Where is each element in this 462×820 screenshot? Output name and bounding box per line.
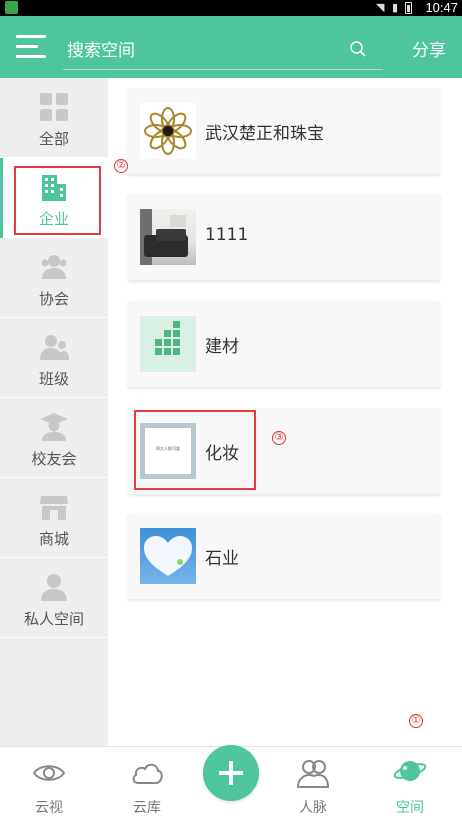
space-card[interactable]: 1111 xyxy=(128,194,440,280)
nav-item-label: 云库 xyxy=(133,800,161,816)
clock: 10:47 xyxy=(425,0,458,15)
sidebar-item-association[interactable]: 协会 xyxy=(0,238,108,318)
nav-item-space[interactable]: 空间 xyxy=(375,747,445,820)
nav-item-contacts[interactable]: 人脉 xyxy=(278,747,348,820)
sidebar-item-store[interactable]: 商城 xyxy=(0,478,108,558)
space-title: 建材 xyxy=(205,337,239,357)
person-icon xyxy=(41,574,67,601)
sidebar-item-label: 班级 xyxy=(38,370,69,388)
battery-icon xyxy=(405,2,412,14)
building-icon xyxy=(42,175,66,201)
sidebar-item-class[interactable]: 班级 xyxy=(0,318,108,398)
sidebar-item-label: 校友会 xyxy=(31,450,77,468)
space-card[interactable]: 建材 xyxy=(128,301,440,387)
annotation-number-2: ② xyxy=(114,159,128,173)
store-icon xyxy=(40,496,68,520)
sofa-photo-image xyxy=(140,209,196,265)
sidebar-item-label: 私人空间 xyxy=(23,610,84,628)
bottom-nav: 云视 云库 人脉 空间 xyxy=(0,745,462,820)
header: 搜索空间 分享 xyxy=(0,16,462,78)
search-input[interactable]: 搜索空间 xyxy=(63,30,383,70)
space-card[interactable]: 石业 xyxy=(128,513,440,599)
thumb-caption: 四大人群可爱 xyxy=(156,446,180,451)
annotation-number-1: ① xyxy=(409,714,423,728)
jewelry-logo-image xyxy=(140,103,196,159)
search-icon[interactable] xyxy=(349,40,367,58)
space-card[interactable]: 四大人群可爱 化妆 xyxy=(128,408,440,494)
association-icon xyxy=(41,255,67,279)
add-button[interactable] xyxy=(203,745,259,801)
alumni-icon xyxy=(40,413,68,441)
nav-item-cloud-library[interactable]: 云库 xyxy=(112,747,182,820)
cosmetics-thumbnail-image: 四大人群可爱 xyxy=(140,423,196,479)
sidebar-item-private[interactable]: 私人空间 xyxy=(0,558,108,638)
plus-icon xyxy=(219,761,243,785)
nav-item-label: 云视 xyxy=(35,800,63,816)
annotation-number-3: ③ xyxy=(272,431,286,445)
sidebar-item-label: 商城 xyxy=(38,530,69,548)
cloud-icon xyxy=(132,763,163,784)
eye-icon xyxy=(32,765,66,781)
space-card[interactable]: 武汉楚正和珠宝 xyxy=(128,88,440,174)
signal-icons: ◥ ▮ xyxy=(375,1,400,14)
space-list: 武汉楚正和珠宝 1111 建材 四大人群可爱 化妆 石业 xyxy=(108,78,462,746)
space-title: 石业 xyxy=(205,549,239,569)
sidebar-item-all[interactable]: 全部 xyxy=(0,78,108,158)
blocks-icon xyxy=(140,316,196,372)
heart-cloud-image xyxy=(140,528,196,584)
share-button[interactable]: 分享 xyxy=(412,36,446,61)
sidebar-item-label: 全部 xyxy=(38,130,69,148)
category-sidebar: 全部 企业 协会 班级 校友会 商城 私人空间 xyxy=(0,78,108,746)
search-placeholder: 搜索空间 xyxy=(67,41,135,61)
nav-item-cloud-view[interactable]: 云视 xyxy=(14,747,84,820)
sidebar-item-label: 企业 xyxy=(38,210,69,228)
class-icon xyxy=(40,335,69,360)
sidebar-item-alumni[interactable]: 校友会 xyxy=(0,398,108,478)
nav-item-label: 空间 xyxy=(396,800,424,816)
contacts-icon xyxy=(296,760,330,788)
space-title: 1111 xyxy=(205,225,249,245)
sidebar-item-enterprise[interactable]: 企业 xyxy=(0,158,108,238)
status-bar: ◥ ▮ 10:47 xyxy=(0,0,462,16)
space-title: 化妆 xyxy=(205,444,239,464)
grid-icon xyxy=(40,93,68,121)
app-notification-icon xyxy=(5,1,18,14)
sidebar-item-label: 协会 xyxy=(38,290,69,308)
nav-item-label: 人脉 xyxy=(299,800,327,816)
space-title: 武汉楚正和珠宝 xyxy=(205,124,324,144)
menu-icon[interactable] xyxy=(16,35,46,59)
planet-icon xyxy=(393,761,427,781)
